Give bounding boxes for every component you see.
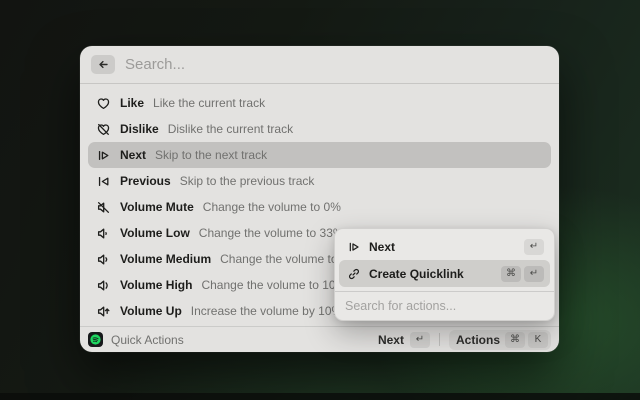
spotify-icon — [88, 332, 103, 347]
back-button[interactable] — [91, 55, 115, 74]
link-icon — [347, 267, 361, 281]
heart-icon — [96, 96, 111, 111]
footer-separator — [439, 333, 440, 346]
actions-popup: Next ↵ Create Quicklink ⌘↵ — [334, 228, 555, 321]
item-subtitle: Skip to the next track — [155, 148, 267, 162]
actions-popup-list: Next ↵ Create Quicklink ⌘↵ — [335, 229, 554, 291]
return-key: ↵ — [524, 266, 544, 282]
skip-forward-icon — [347, 240, 361, 254]
item-subtitle: Dislike the current track — [168, 122, 293, 136]
item-subtitle: Change the volume to 0% — [203, 200, 341, 214]
footer-actions: Next ↵ Actions ⌘K — [378, 330, 551, 350]
list-item[interactable]: Next Skip to the next track — [88, 142, 551, 168]
item-subtitle: Change the volume to 100% — [201, 278, 352, 292]
actions-menu-button[interactable]: Actions ⌘K — [449, 330, 551, 350]
search-input[interactable] — [125, 56, 548, 73]
k-key: K — [528, 332, 548, 348]
popup-action-label: Create Quicklink — [369, 267, 493, 281]
popup-action-label: Next — [369, 240, 516, 254]
footer-primary-label[interactable]: Next — [378, 333, 404, 347]
item-title: Volume Up — [120, 304, 182, 318]
popup-action-item[interactable]: Create Quicklink ⌘↵ — [339, 260, 550, 287]
item-title: Volume Mute — [120, 200, 194, 214]
heart-off-icon — [96, 122, 111, 137]
return-key: ↵ — [410, 332, 430, 348]
volume-up-icon — [96, 304, 111, 319]
footer-bar: Quick Actions Next ↵ Actions ⌘K — [80, 326, 559, 352]
volume-medium-icon — [96, 252, 111, 267]
search-bar — [80, 46, 559, 83]
popup-action-item[interactable]: Next ↵ — [339, 233, 550, 260]
item-title: Volume Medium — [120, 252, 211, 266]
actions-button-keys: ⌘K — [505, 332, 548, 348]
actions-search-input[interactable] — [345, 299, 544, 313]
item-title: Like — [120, 96, 144, 110]
volume-high-icon — [96, 278, 111, 293]
item-subtitle: Skip to the previous track — [180, 174, 315, 188]
desktop-wallpaper: Like Like the current track Dislike Disl… — [0, 0, 640, 400]
list-item[interactable]: Previous Skip to the previous track — [88, 168, 551, 194]
volume-mute-icon — [96, 200, 111, 215]
item-subtitle: Like the current track — [153, 96, 265, 110]
popup-search-bar — [335, 292, 554, 320]
skip-back-icon — [96, 174, 111, 189]
footer-app-name: Quick Actions — [111, 333, 184, 347]
actions-button-label: Actions — [456, 333, 500, 347]
cmd-key: ⌘ — [505, 332, 525, 348]
item-title: Previous — [120, 174, 171, 188]
list-item[interactable]: Like Like the current track — [88, 90, 551, 116]
skip-forward-icon — [96, 148, 111, 163]
list-item[interactable]: Volume Mute Change the volume to 0% — [88, 194, 551, 220]
volume-low-icon — [96, 226, 111, 241]
item-title: Next — [120, 148, 146, 162]
item-title: Volume Low — [120, 226, 190, 240]
return-key: ↵ — [524, 239, 544, 255]
item-title: Volume High — [120, 278, 192, 292]
list-item[interactable]: Dislike Dislike the current track — [88, 116, 551, 142]
footer-primary-keys: ↵ — [410, 332, 430, 348]
item-subtitle: Increase the volume by 10% — [191, 304, 342, 318]
command-palette-window: Like Like the current track Dislike Disl… — [80, 46, 559, 352]
item-subtitle: Change the volume to 33% — [199, 226, 344, 240]
item-title: Dislike — [120, 122, 159, 136]
arrow-left-icon — [97, 58, 110, 71]
cmd-key: ⌘ — [501, 266, 521, 282]
